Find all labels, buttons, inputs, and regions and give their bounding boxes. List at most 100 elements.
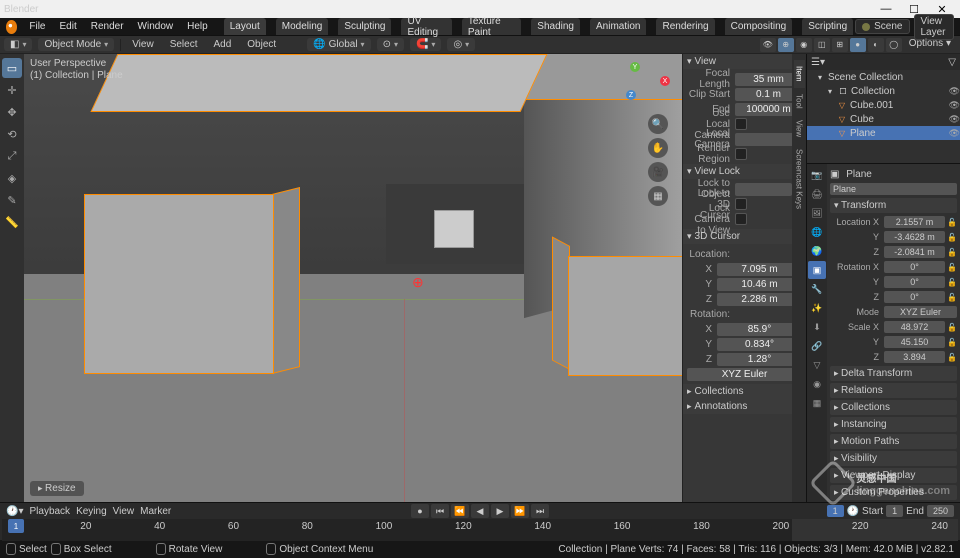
mode-selector[interactable]: Object Mode▾ (38, 38, 114, 51)
ptab-particles[interactable]: ✨ (808, 299, 826, 317)
visibility-icon[interactable]: 👁 (949, 100, 960, 111)
menu-view[interactable]: View (127, 39, 159, 50)
overlay-toggle-icon[interactable]: ◉ (796, 38, 812, 52)
cursor-ry-field[interactable]: 0.834° (717, 338, 802, 351)
lock-icon[interactable]: 🔓 (947, 218, 957, 227)
timeline-playback[interactable]: Playback (29, 506, 70, 517)
move-tool[interactable]: ✥ (2, 102, 22, 122)
instancing-header[interactable]: ▸ Instancing (830, 417, 957, 432)
ptab-data[interactable]: ▽ (808, 356, 826, 374)
viewlayer-selector[interactable]: View Layer (914, 14, 955, 40)
lock-icon[interactable]: 🔓 (947, 278, 957, 287)
outliner-cube001[interactable]: ▽Cube.001👁 (807, 98, 960, 112)
visibility-header[interactable]: ▸ Visibility (830, 451, 957, 466)
gizmo-z-icon[interactable]: Z (626, 90, 636, 100)
measure-tool[interactable]: 📏 (2, 212, 22, 232)
shading-matpreview-icon[interactable]: ◐ (868, 38, 884, 52)
next-key-button[interactable]: ⏩ (511, 504, 529, 518)
local-camera-checkbox[interactable] (735, 118, 747, 130)
zoom-button[interactable]: 🔍 (648, 114, 668, 134)
object-visibility-icon[interactable]: 👁 (760, 38, 776, 52)
menu-edit[interactable]: Edit (54, 18, 83, 35)
options-dropdown[interactable]: Options ▾ (904, 38, 956, 52)
rot-x-field[interactable]: 0° (884, 261, 945, 273)
ptab-render[interactable]: 📷 (808, 166, 826, 184)
persp-toggle-button[interactable]: ▦ (648, 186, 668, 206)
nav-gizmo[interactable]: X Y Z (622, 62, 670, 110)
jump-start-button[interactable]: ⏮ (431, 504, 449, 518)
menu-object[interactable]: Object (242, 39, 281, 50)
scene-selector[interactable]: Scene (855, 19, 909, 34)
rot-z-field[interactable]: 0° (884, 291, 945, 303)
ptab-texture[interactable]: ▦ (808, 394, 826, 412)
cursor-section-header[interactable]: ▾ 3D Cursor (683, 229, 806, 244)
shading-solid-icon[interactable]: ● (850, 38, 866, 52)
pivot-selector[interactable]: ⊙▾ (377, 38, 404, 51)
menu-help[interactable]: Help (181, 18, 214, 35)
select-tool[interactable]: ▭ (2, 58, 22, 78)
shading-wire-icon[interactable]: ⊞ (832, 38, 848, 52)
ptab-material[interactable]: ◉ (808, 375, 826, 393)
ptab-constraints[interactable]: 🔗 (808, 337, 826, 355)
snap-toggle[interactable]: 🧲▾ (410, 38, 441, 51)
ptab-output[interactable]: 🖨 (808, 185, 826, 203)
start-frame-field[interactable]: 1 (886, 505, 903, 517)
end-frame-field[interactable]: 250 (927, 505, 954, 517)
lock-3dcursor-checkbox[interactable] (735, 198, 747, 210)
workspace-texpaint[interactable]: Texture Paint (462, 18, 521, 35)
cursor-rz-field[interactable]: 1.28° (717, 353, 802, 366)
lock-icon[interactable]: 🔓 (947, 263, 957, 272)
transform-tool[interactable]: ◈ (2, 168, 22, 188)
lock-icon[interactable]: 🔓 (947, 323, 957, 332)
xray-toggle-icon[interactable]: ◫ (814, 38, 830, 52)
outliner-scene-collection[interactable]: ▾Scene Collection (807, 70, 960, 84)
visibility-icon[interactable]: 👁 (949, 128, 960, 139)
timeline-type-icon[interactable]: 🕐▾ (6, 506, 23, 517)
current-frame-field[interactable]: 1 (827, 505, 844, 517)
viewport-display-header[interactable]: ▸ Viewport Display (830, 468, 957, 483)
autokey-button[interactable]: ● (411, 504, 429, 518)
scale-y-field[interactable]: 45.150 (884, 336, 945, 348)
relations-header[interactable]: ▸ Relations (830, 383, 957, 398)
workspace-animation[interactable]: Animation (590, 18, 646, 35)
outliner-plane[interactable]: ▽Plane👁 (807, 126, 960, 140)
ntab-view[interactable]: View (794, 114, 805, 143)
menu-select[interactable]: Select (165, 39, 203, 50)
motion-header[interactable]: ▸ Motion Paths (830, 434, 957, 449)
workspace-scripting[interactable]: Scripting (802, 18, 853, 35)
timeline-view[interactable]: View (113, 506, 135, 517)
workspace-sculpting[interactable]: Sculpting (338, 18, 391, 35)
ntab-screencast[interactable]: Screencast Keys (794, 143, 805, 215)
annotations-section-header[interactable]: ▸ Annotations (683, 399, 806, 414)
lock-object-field[interactable] (735, 183, 792, 196)
ptab-modifier[interactable]: 🔧 (808, 280, 826, 298)
viewport-3d[interactable]: ⊕ User Perspective (1) Collection | Plan… (24, 54, 682, 502)
gizmo-toggle-icon[interactable]: ⊕ (778, 38, 794, 52)
collections-header[interactable]: ▸ Collections (830, 400, 957, 415)
timeline-keying[interactable]: Keying (76, 506, 107, 517)
workspace-compositing[interactable]: Compositing (725, 18, 793, 35)
menu-render[interactable]: Render (85, 18, 130, 35)
ptab-world[interactable]: 🌍 (808, 242, 826, 260)
menu-add[interactable]: Add (208, 39, 236, 50)
prev-key-button[interactable]: ⏪ (451, 504, 469, 518)
scale-x-field[interactable]: 48.972 (884, 321, 945, 333)
editor-type-selector[interactable]: ◧▾ (4, 38, 32, 51)
menu-file[interactable]: File (23, 18, 51, 35)
loc-y-field[interactable]: -3.4628 m (884, 231, 945, 243)
scale-z-field[interactable]: 3.894 (884, 351, 945, 363)
menu-window[interactable]: Window (132, 18, 180, 35)
lock-camera-checkbox[interactable] (735, 213, 747, 225)
ptab-scene[interactable]: 🌐 (808, 223, 826, 241)
last-op-panel[interactable]: ▸ Resize (30, 481, 84, 496)
ntab-item[interactable]: Item (794, 60, 805, 88)
workspace-rendering[interactable]: Rendering (656, 18, 714, 35)
lock-icon[interactable]: 🔓 (947, 248, 957, 257)
cursor-x-field[interactable]: 7.095 m (717, 263, 802, 276)
transform-header[interactable]: ▾ Transform (830, 198, 957, 213)
play-rev-button[interactable]: ◀ (471, 504, 489, 518)
shading-rendered-icon[interactable]: ◯ (886, 38, 902, 52)
timeline-marker[interactable]: Marker (140, 506, 171, 517)
workspace-uv[interactable]: UV Editing (401, 18, 451, 35)
viewlock-section-header[interactable]: ▾ View Lock (683, 164, 806, 179)
